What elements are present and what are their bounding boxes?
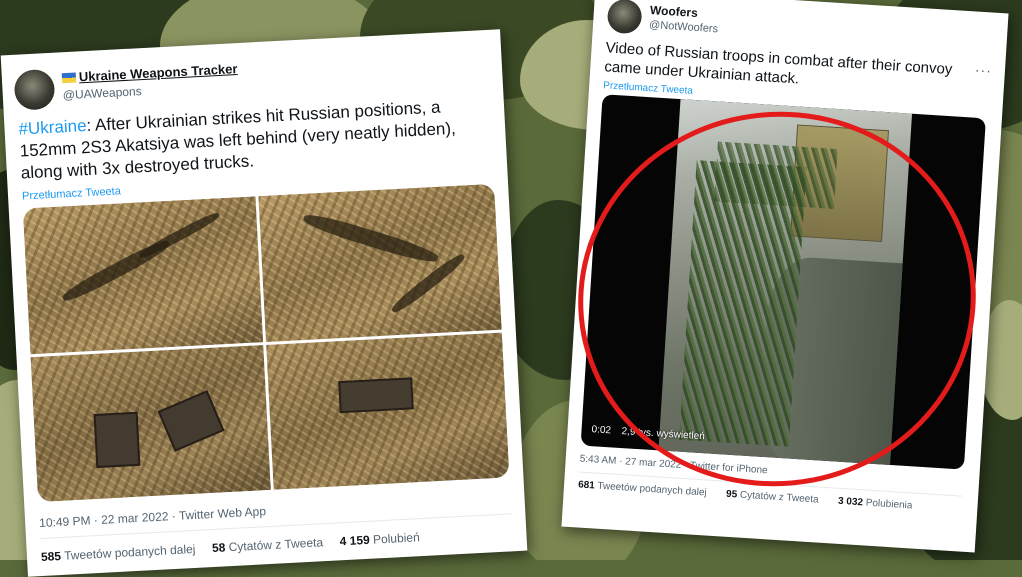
translate-tweet-link[interactable]: Przetłumacz Tweeta [22, 185, 121, 202]
author-handle[interactable]: @UAWeapons [62, 84, 142, 102]
tweet-text: #Ukraine: After Ukrainian strikes hit Ru… [18, 94, 493, 185]
retweet-stat[interactable]: 681 Tweetów podanych dalej [578, 479, 707, 498]
photo-4[interactable] [266, 332, 510, 490]
photo-1[interactable] [22, 196, 264, 355]
author-name[interactable]: Woofers [650, 3, 699, 20]
retweet-stat[interactable]: 585 Tweetów podanych dalej [41, 542, 196, 564]
author-avatar[interactable] [13, 68, 56, 111]
author-avatar[interactable] [606, 0, 643, 35]
photo-grid [22, 183, 510, 503]
ukraine-flag-icon [61, 72, 77, 84]
author-name[interactable]: Ukraine Weapons Tracker [61, 61, 238, 85]
hashtag-link[interactable]: #Ukraine [18, 116, 87, 139]
video-elapsed-time: 0:02 [591, 424, 612, 437]
photo-3[interactable] [30, 345, 271, 503]
tweet-card-ukraine-weapons-tracker[interactable]: Ukraine Weapons Tracker @UAWeapons #Ukra… [0, 29, 528, 577]
author-handle[interactable]: @NotWoofers [649, 19, 719, 35]
like-stat[interactable]: 3 032 Polubienia [838, 496, 913, 512]
more-options-icon[interactable]: ··· [974, 62, 992, 79]
photo-2[interactable] [258, 183, 502, 342]
quote-stat[interactable]: 95 Cytatów z Tweeta [726, 489, 819, 506]
like-stat[interactable]: 4 159 Polubień [339, 530, 420, 548]
tweet-body: : After Ukrainian strikes hit Russian po… [19, 97, 457, 183]
quote-stat[interactable]: 58 Cytatów z Tweeta [212, 535, 324, 555]
tweet-timestamp[interactable]: 10:49 PM · 22 mar 2022 · Twitter Web App [39, 504, 266, 530]
